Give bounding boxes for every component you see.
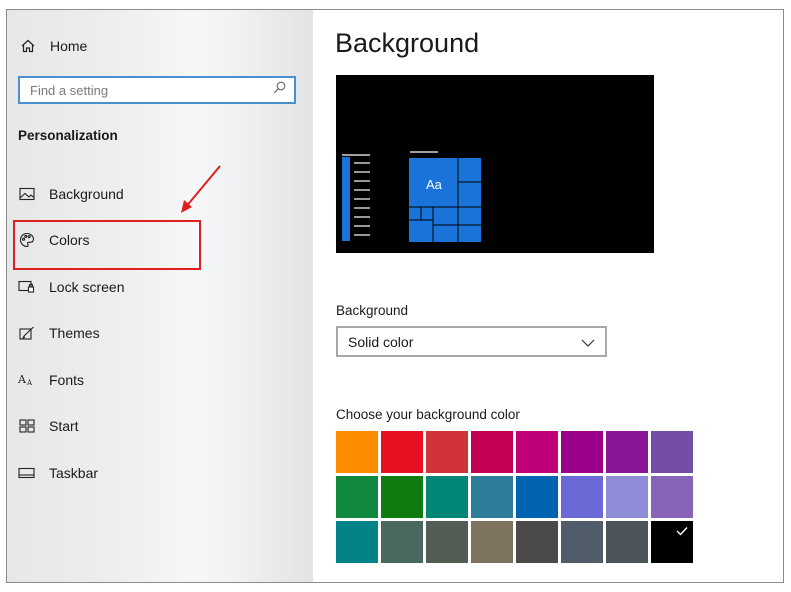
image-icon	[18, 186, 35, 203]
color-swatch[interactable]	[426, 431, 468, 473]
color-swatch[interactable]	[651, 431, 693, 473]
color-swatch[interactable]	[561, 476, 603, 518]
color-swatch[interactable]	[516, 476, 558, 518]
search-box[interactable]	[18, 76, 296, 104]
home-icon	[19, 38, 36, 55]
color-swatch[interactable]	[651, 476, 693, 518]
sidebar-item-background[interactable]: Background	[18, 183, 124, 205]
sidebar-item-label: Themes	[49, 325, 100, 341]
settings-window: Home Personalization Background	[6, 9, 784, 583]
color-swatch[interactable]	[471, 431, 513, 473]
color-swatch[interactable]	[381, 521, 423, 563]
sidebar-item-label: Lock screen	[49, 279, 125, 295]
color-picker-label: Choose your background color	[336, 407, 520, 422]
lock-screen-icon	[18, 279, 35, 296]
color-swatch[interactable]	[471, 521, 513, 563]
color-swatch[interactable]	[426, 476, 468, 518]
start-icon	[18, 418, 35, 435]
search-input[interactable]	[28, 81, 273, 99]
sidebar-item-label: Fonts	[49, 372, 85, 388]
checkmark-icon	[676, 527, 688, 536]
color-swatch[interactable]	[516, 521, 558, 563]
svg-text:A: A	[26, 379, 33, 387]
main-content: Background Aa Background Solid color Cho…	[313, 10, 783, 582]
color-swatch[interactable]	[336, 521, 378, 563]
fonts-icon: A A	[18, 372, 35, 389]
color-swatch-selected[interactable]	[651, 521, 693, 563]
desktop-preview: Aa	[336, 75, 654, 253]
color-swatch[interactable]	[606, 476, 648, 518]
color-swatch[interactable]	[561, 521, 603, 563]
sidebar-item-themes[interactable]: Themes	[18, 322, 100, 344]
color-swatch[interactable]	[426, 521, 468, 563]
sidebar-item-label: Background	[49, 186, 124, 202]
color-swatch[interactable]	[336, 431, 378, 473]
sidebar: Home Personalization Background	[7, 10, 313, 582]
dropdown-value: Solid color	[348, 333, 414, 350]
color-swatch[interactable]	[561, 431, 603, 473]
color-swatch[interactable]	[516, 431, 558, 473]
sidebar-item-label: Taskbar	[49, 465, 99, 481]
color-swatch[interactable]	[606, 521, 648, 563]
color-swatch-grid	[336, 431, 693, 563]
color-swatch[interactable]	[471, 476, 513, 518]
background-type-dropdown[interactable]: Solid color	[336, 326, 607, 357]
sidebar-item-fonts[interactable]: A A Fonts	[18, 369, 84, 391]
svg-text:A: A	[18, 373, 27, 386]
sidebar-item-taskbar[interactable]: Taskbar	[18, 462, 98, 484]
color-swatch[interactable]	[381, 431, 423, 473]
sidebar-item-lock-screen[interactable]: Lock screen	[18, 276, 124, 298]
color-swatch[interactable]	[606, 431, 648, 473]
sidebar-item-label: Start	[49, 418, 79, 434]
annotation-arrow-icon	[181, 165, 221, 213]
preview-tile-text: Aa	[426, 177, 442, 192]
sidebar-item-start[interactable]: Start	[18, 415, 79, 437]
home-label: Home	[50, 38, 88, 54]
colors-highlight-box	[13, 220, 201, 270]
home-nav-item[interactable]: Home	[19, 36, 87, 56]
background-label: Background	[336, 303, 409, 318]
color-swatch[interactable]	[381, 476, 423, 518]
taskbar-icon	[18, 465, 35, 482]
page-title: Background	[335, 28, 480, 58]
section-title: Personalization	[18, 128, 118, 143]
themes-icon	[18, 325, 35, 342]
search-icon[interactable]	[273, 81, 286, 99]
color-swatch[interactable]	[336, 476, 378, 518]
chevron-down-icon	[581, 334, 595, 350]
start-menu-preview	[342, 151, 481, 242]
